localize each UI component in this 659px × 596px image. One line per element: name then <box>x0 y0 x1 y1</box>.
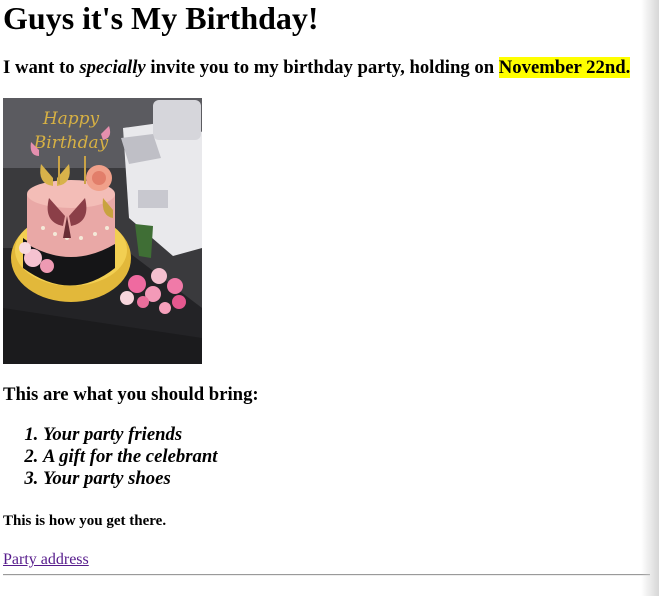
bring-list-item: Your party friends <box>43 424 217 446</box>
window-edge-shadow <box>641 0 659 596</box>
page-title: Guys it's My Birthday! <box>3 0 319 36</box>
bring-list-item: A gift for the celebrant <box>43 446 217 468</box>
intro-text-start: I want to <box>3 57 80 78</box>
party-date-highlight: November 22nd. <box>498 57 631 78</box>
intro-emphasis: specially <box>79 57 146 78</box>
directions-heading: This is how you get there. <box>3 513 167 529</box>
bring-list-item: Your party shoes <box>43 468 217 490</box>
intro-text-middle: invite you to my birthday party, holding… <box>145 57 499 78</box>
cake-illustration: Happy Birthday <box>3 98 202 364</box>
horizontal-rule <box>3 574 650 576</box>
page: Guys it's My Birthday! I want to special… <box>0 0 659 596</box>
topper-happy-text: Happy <box>42 109 100 129</box>
invitation-text: I want to specially invite you to my bir… <box>3 57 631 79</box>
party-address-link[interactable]: Party address <box>3 550 89 570</box>
birthday-cake-photo: Happy Birthday <box>3 98 202 364</box>
bring-list: Your party friends A gift for the celebr… <box>3 424 217 490</box>
bring-list-heading: This are what you should bring: <box>3 384 259 405</box>
topper-birthday-text: Birthday <box>33 133 109 153</box>
